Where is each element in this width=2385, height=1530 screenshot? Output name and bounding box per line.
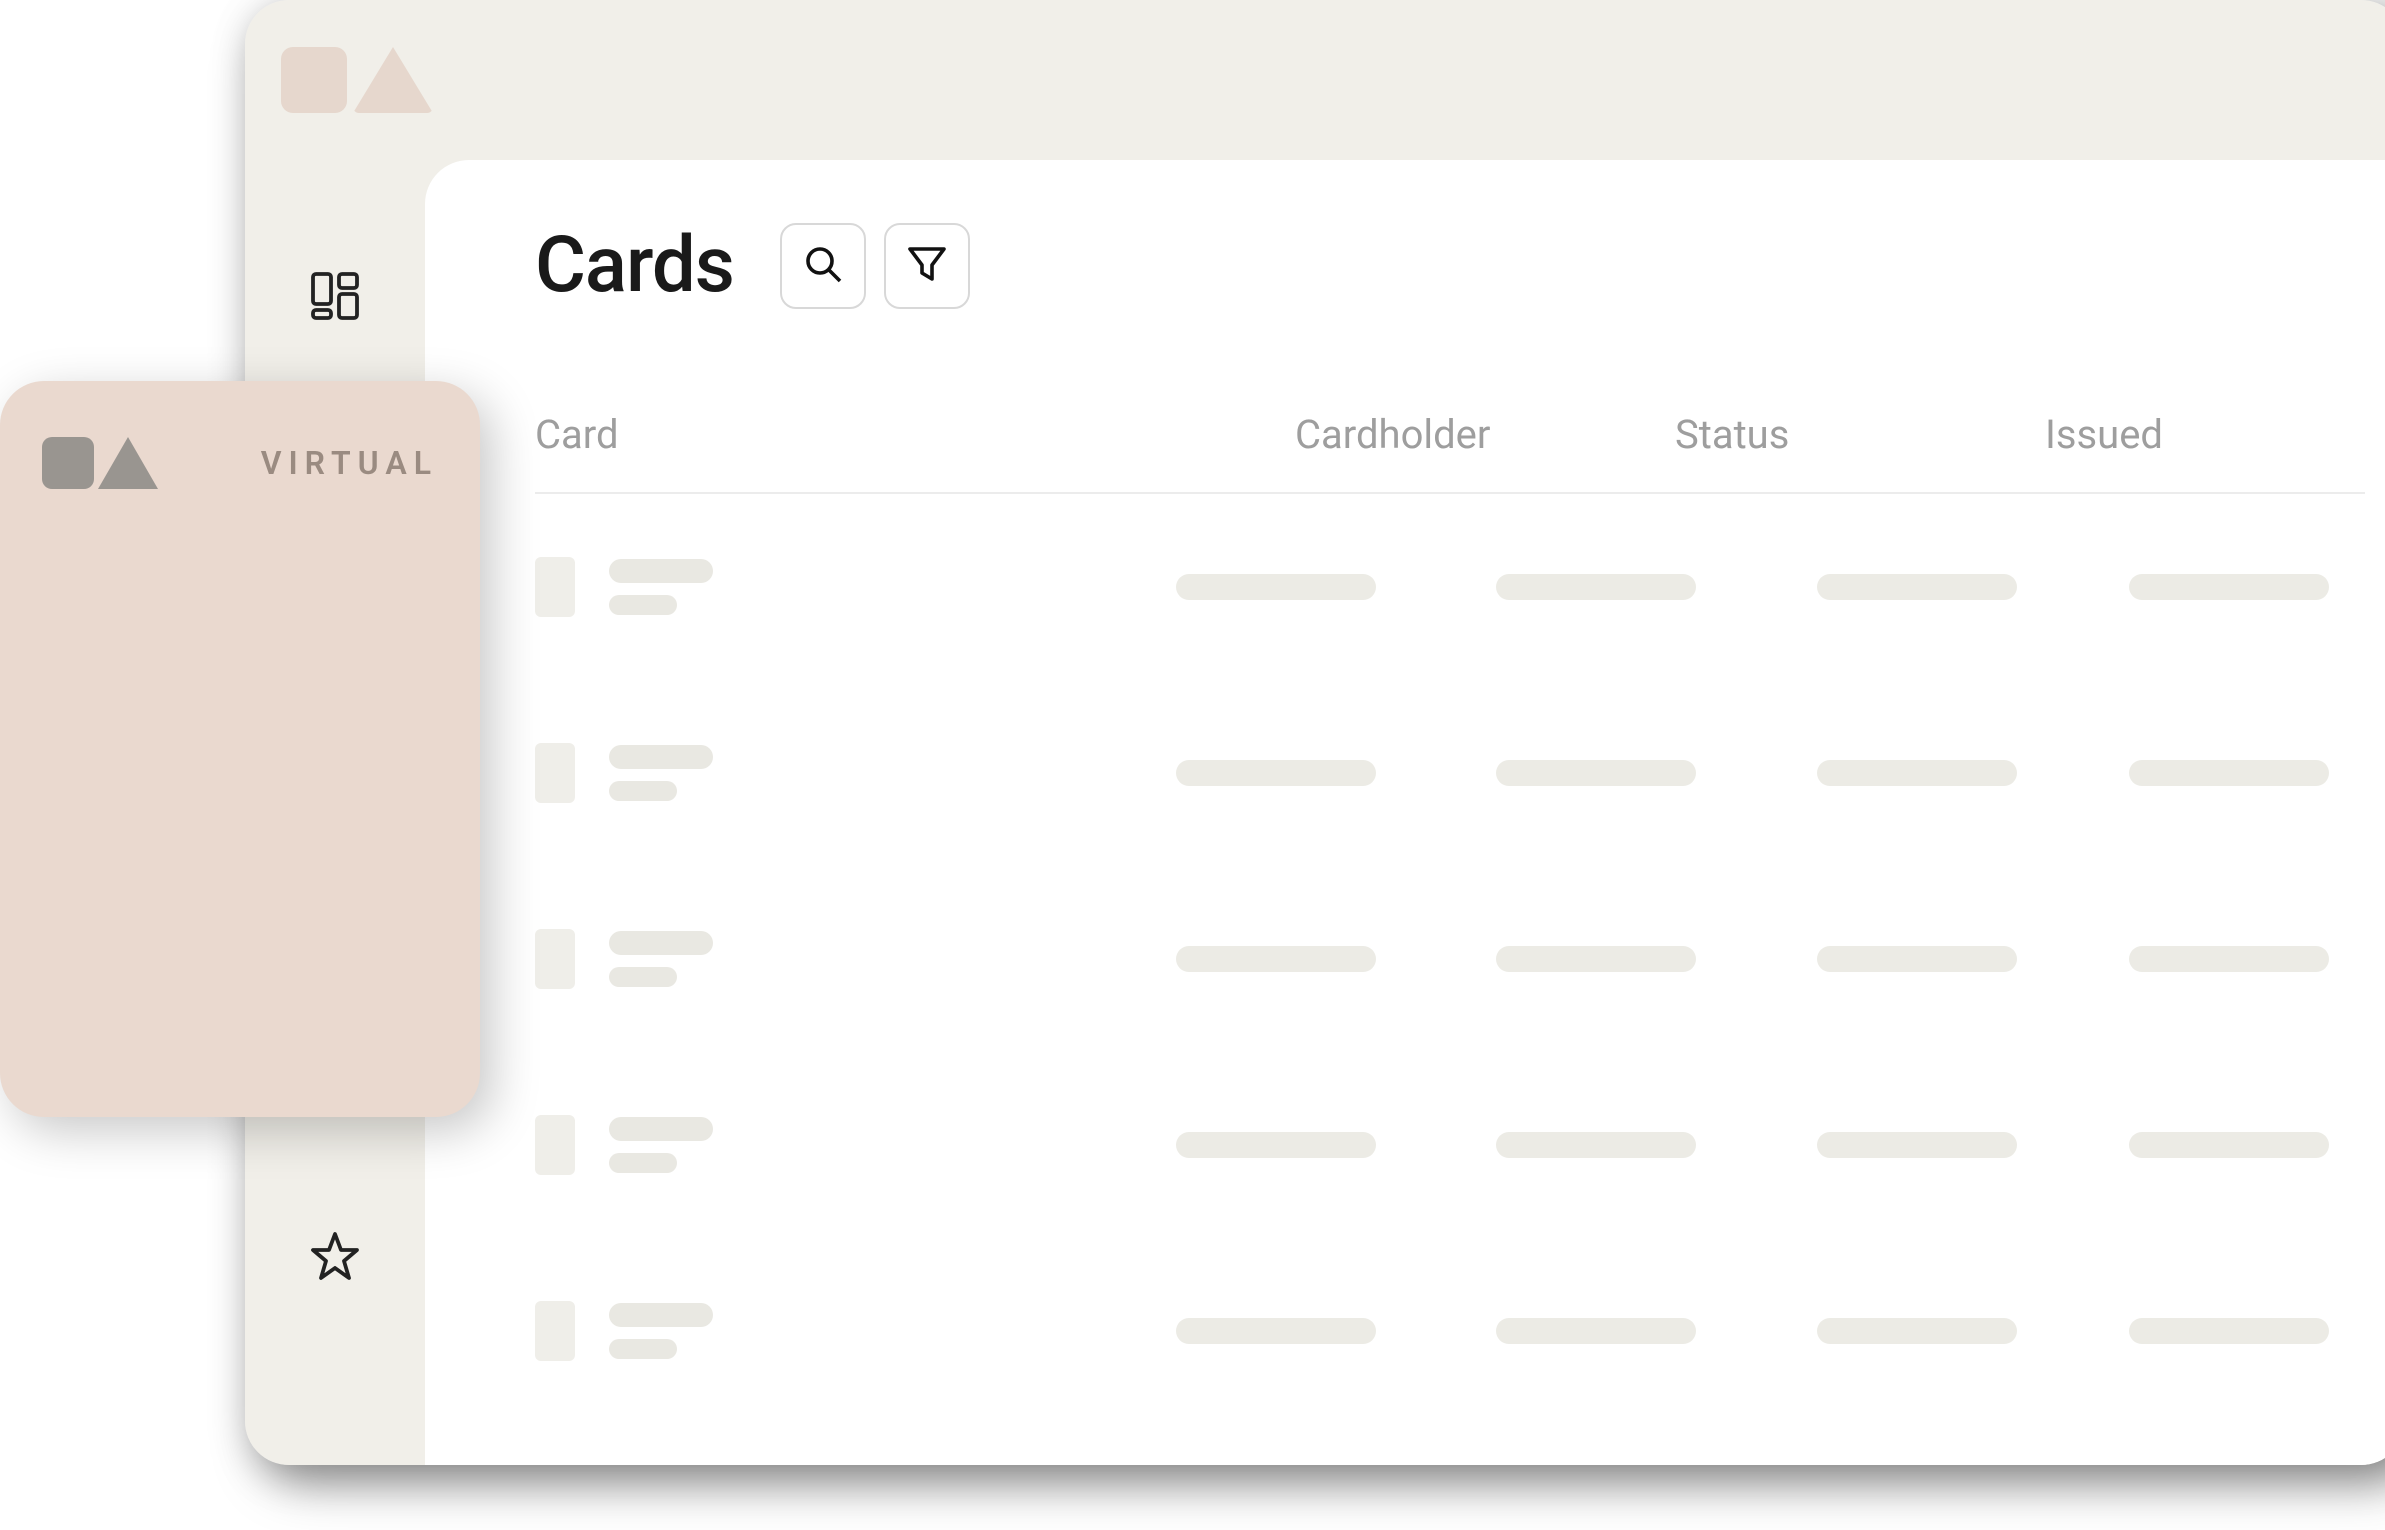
main-content: Cards: [425, 160, 2385, 1465]
card-icon: [535, 557, 575, 617]
column-status: Status: [1675, 411, 2045, 458]
column-card: Card: [535, 411, 1295, 458]
table-row[interactable]: [535, 1238, 2365, 1424]
column-cardholder: Cardholder: [1295, 411, 1675, 458]
app-logo: [281, 47, 433, 113]
table-header: Card Cardholder Status Issued: [535, 411, 2365, 494]
table-row[interactable]: [535, 1052, 2365, 1238]
virtual-card-logo: [42, 437, 158, 489]
virtual-card-label: VIRTUAL: [261, 444, 438, 482]
filter-icon: [906, 243, 948, 288]
cards-table: Card Cardholder Status Issued: [535, 411, 2385, 1424]
top-bar: [245, 0, 2385, 160]
virtual-card[interactable]: VIRTUAL: [0, 381, 480, 1117]
search-icon: [802, 243, 844, 288]
table-row[interactable]: [535, 866, 2365, 1052]
card-icon: [535, 1301, 575, 1361]
dashboard-icon[interactable]: [309, 270, 361, 322]
card-icon: [535, 1115, 575, 1175]
app-window: Cards: [245, 0, 2385, 1465]
search-button[interactable]: [780, 223, 866, 309]
page-title: Cards: [535, 220, 734, 311]
table-row[interactable]: [535, 680, 2365, 866]
star-icon[interactable]: [309, 1230, 361, 1282]
table-row[interactable]: [535, 494, 2365, 680]
card-icon: [535, 743, 575, 803]
filter-button[interactable]: [884, 223, 970, 309]
card-icon: [535, 929, 575, 989]
column-issued: Issued: [2045, 411, 2325, 458]
